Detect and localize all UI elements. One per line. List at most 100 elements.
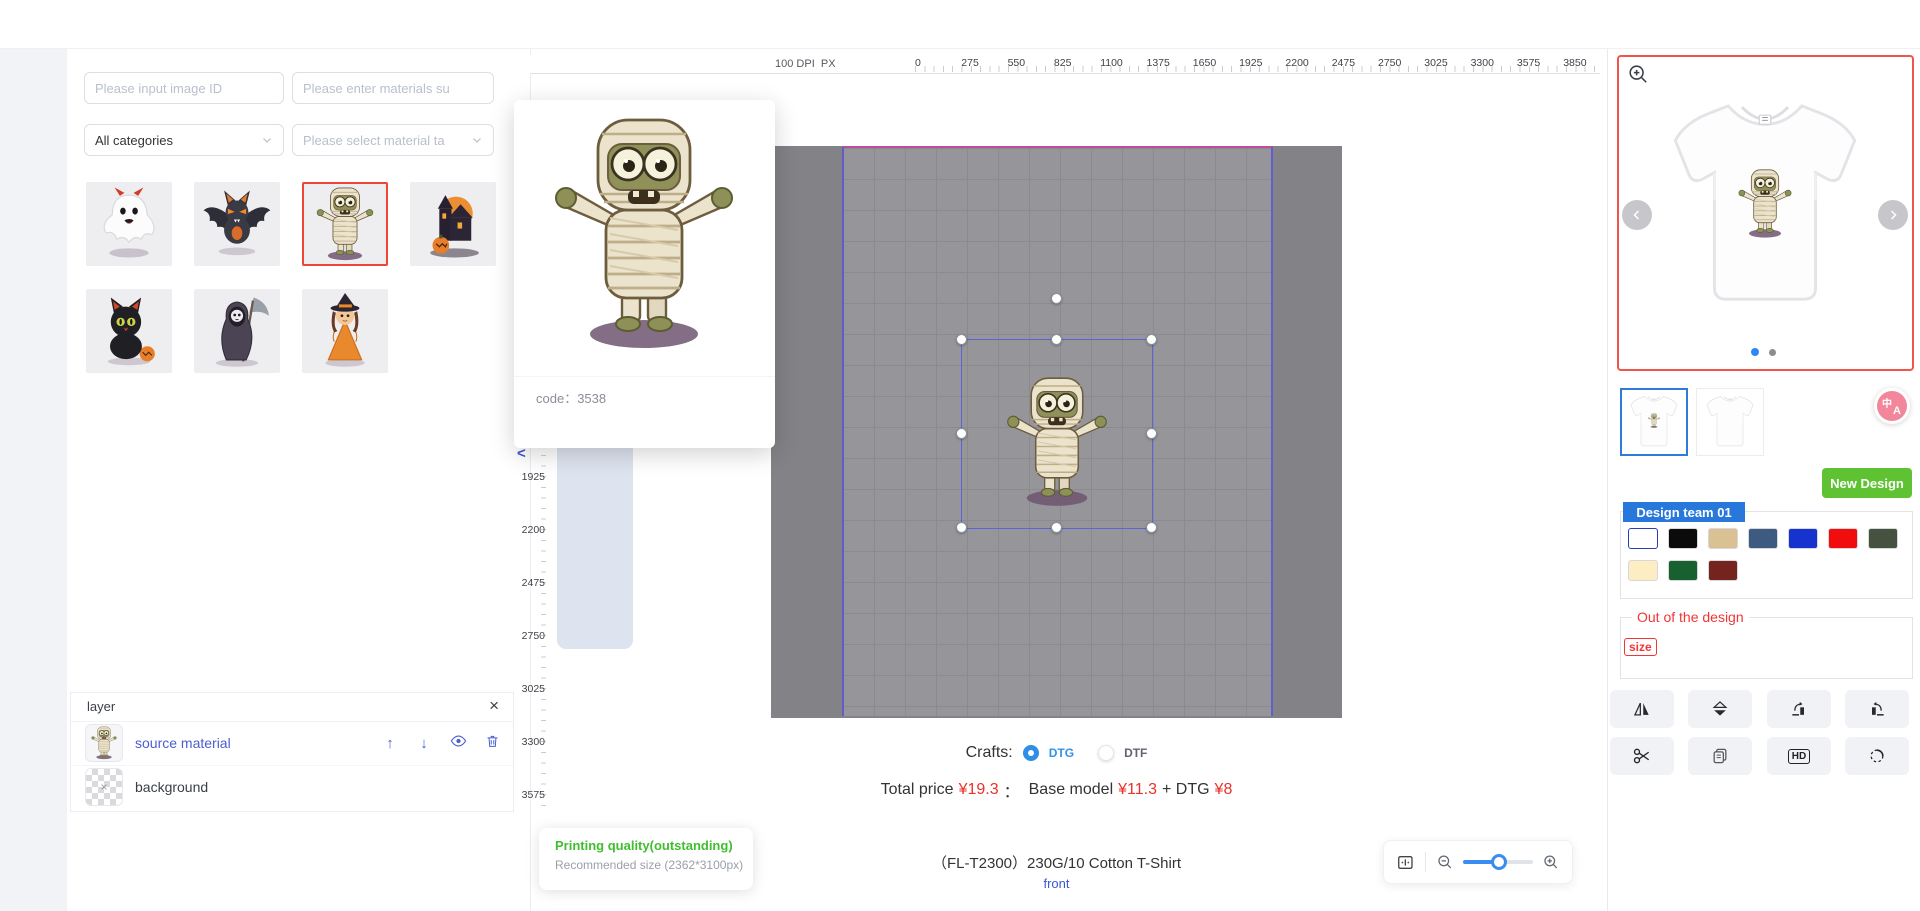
zoom-out-icon[interactable] bbox=[1436, 853, 1454, 871]
material-thumb-bat[interactable] bbox=[194, 182, 280, 266]
selection-handle-nw[interactable] bbox=[956, 334, 967, 345]
dtg-radio[interactable] bbox=[1023, 745, 1039, 761]
dtf-label[interactable]: DTF bbox=[1124, 746, 1147, 760]
v-ruler-tick: 1925 bbox=[522, 471, 545, 483]
layer-row-background[interactable]: × background bbox=[71, 765, 513, 809]
layer-row-source-material[interactable]: source material ↑ ↓ bbox=[71, 721, 513, 766]
h-ruler-tick: 2475 bbox=[1332, 57, 1355, 69]
layer-move-up-icon[interactable]: ↑ bbox=[373, 735, 407, 752]
layer-move-down-icon[interactable]: ↓ bbox=[407, 735, 441, 752]
layer-panel: layer × source material ↑ ↓ × background bbox=[70, 692, 514, 812]
new-design-button[interactable]: New Design bbox=[1822, 468, 1912, 498]
copy-button[interactable] bbox=[1688, 737, 1752, 775]
selection-handle-sw[interactable] bbox=[956, 522, 967, 533]
v-ruler-tick: 3575 bbox=[522, 789, 545, 801]
v-ruler-tick: 2750 bbox=[522, 630, 545, 642]
chevron-down-icon bbox=[261, 134, 273, 146]
color-swatch-7[interactable] bbox=[1868, 528, 1898, 549]
selection-rotate-handle[interactable] bbox=[1051, 293, 1062, 304]
color-swatch-8[interactable] bbox=[1628, 560, 1658, 581]
materials-search-input[interactable] bbox=[292, 72, 494, 104]
magnify-preview-icon[interactable] bbox=[1627, 63, 1649, 85]
shirt-thumb-front[interactable] bbox=[1620, 388, 1688, 456]
material-thumb-mummy-selected[interactable] bbox=[302, 182, 388, 266]
remove-background-button[interactable] bbox=[1845, 737, 1909, 775]
popup-mummy-art bbox=[544, 108, 744, 360]
selection-handle-ne[interactable] bbox=[1146, 334, 1157, 345]
material-thumb-witch-girl[interactable] bbox=[302, 289, 388, 373]
translate-icon: 中 A bbox=[1877, 391, 1907, 421]
dtf-radio[interactable] bbox=[1098, 745, 1114, 761]
v-ruler-tick: 2200 bbox=[522, 524, 545, 536]
h-ruler-tick: 1375 bbox=[1147, 57, 1170, 69]
color-swatch-4[interactable] bbox=[1748, 528, 1778, 549]
material-thumb-haunted-pumpkin[interactable] bbox=[410, 182, 496, 266]
color-swatch-5[interactable] bbox=[1788, 528, 1818, 549]
selection-box[interactable] bbox=[961, 339, 1153, 529]
color-swatch-6[interactable] bbox=[1828, 528, 1858, 549]
quality-subtitle: Recommended size (2362*3100px) bbox=[555, 858, 753, 872]
selection-handle-s[interactable] bbox=[1051, 522, 1062, 533]
canvas-zoom-bar bbox=[1383, 840, 1573, 884]
rotate-left-button[interactable] bbox=[1767, 690, 1831, 728]
material-code: code：3538 bbox=[536, 388, 606, 407]
cut-button[interactable] bbox=[1610, 737, 1674, 775]
color-swatch-2[interactable] bbox=[1668, 528, 1698, 549]
shirt-preview-front bbox=[1650, 64, 1880, 348]
crafts-label: Crafts: bbox=[966, 744, 1013, 762]
material-thumb-grim-reaper[interactable] bbox=[194, 289, 280, 373]
rotate-right-button[interactable] bbox=[1845, 690, 1909, 728]
color-swatch-3[interactable] bbox=[1708, 528, 1738, 549]
copy-icon bbox=[1710, 746, 1730, 766]
preview-dot-1[interactable] bbox=[1751, 348, 1759, 356]
flip-vertical-button[interactable] bbox=[1688, 690, 1752, 728]
total-price-value: ¥19.3 bbox=[959, 781, 999, 799]
left-rail bbox=[0, 48, 67, 911]
fit-to-screen-icon[interactable] bbox=[1396, 853, 1415, 872]
ghost-devil-art bbox=[90, 186, 168, 262]
image-id-input[interactable] bbox=[84, 72, 284, 104]
zoom-slider[interactable] bbox=[1463, 854, 1532, 870]
selection-handle-w[interactable] bbox=[956, 428, 967, 439]
side-front-label[interactable]: front bbox=[771, 876, 1342, 891]
material-thumb-ghost-devil[interactable] bbox=[86, 182, 172, 266]
witch-girl-art bbox=[306, 293, 384, 369]
layer-visibility-icon[interactable] bbox=[441, 734, 475, 753]
layer-label: background bbox=[135, 779, 208, 795]
grim-reaper-art bbox=[198, 293, 276, 369]
size-warning-tag[interactable]: size bbox=[1624, 638, 1657, 656]
selection-handle-se[interactable] bbox=[1146, 522, 1157, 533]
rotate-right-icon bbox=[1867, 699, 1887, 719]
dtg-label[interactable]: DTG bbox=[1049, 746, 1074, 760]
material-thumb-black-cat[interactable] bbox=[86, 289, 172, 373]
selection-handle-e[interactable] bbox=[1146, 428, 1157, 439]
translate-button[interactable]: 中 A bbox=[1874, 388, 1910, 424]
zoom-in-icon[interactable] bbox=[1542, 853, 1560, 871]
zoom-slider-thumb[interactable] bbox=[1491, 854, 1507, 870]
color-swatch-1[interactable] bbox=[1628, 528, 1658, 549]
color-swatch-10[interactable] bbox=[1708, 560, 1738, 581]
base-model-value: ¥11.3 bbox=[1118, 781, 1157, 799]
material-tag-select[interactable]: Please select material ta bbox=[292, 124, 494, 156]
flip-horizontal-button[interactable] bbox=[1610, 690, 1674, 728]
preview-dot-2[interactable] bbox=[1769, 349, 1776, 356]
chevron-down-icon bbox=[471, 134, 483, 146]
layer-panel-close-icon[interactable]: × bbox=[489, 696, 499, 716]
h-ruler-tick: 2200 bbox=[1285, 57, 1308, 69]
rotate-left-icon bbox=[1789, 699, 1809, 719]
h-ruler-tick: 2750 bbox=[1378, 57, 1401, 69]
selection-handle-n[interactable] bbox=[1051, 334, 1062, 345]
preview-prev-arrow[interactable] bbox=[1622, 200, 1652, 230]
header bbox=[0, 0, 1920, 49]
shirt-thumb-back[interactable] bbox=[1696, 388, 1764, 456]
layer-panel-title: layer bbox=[87, 699, 115, 714]
category-select[interactable]: All categories bbox=[84, 124, 284, 156]
black-cat-art bbox=[90, 293, 168, 369]
v-ruler-tick: 3300 bbox=[522, 736, 545, 748]
preview-next-arrow[interactable] bbox=[1878, 200, 1908, 230]
panel-scroll-thumb[interactable] bbox=[557, 438, 633, 649]
layer-delete-icon[interactable] bbox=[475, 733, 509, 754]
color-swatch-9[interactable] bbox=[1668, 560, 1698, 581]
hd-button[interactable]: HD bbox=[1767, 737, 1831, 775]
design-team-tag[interactable]: Design team 01 bbox=[1623, 502, 1745, 522]
